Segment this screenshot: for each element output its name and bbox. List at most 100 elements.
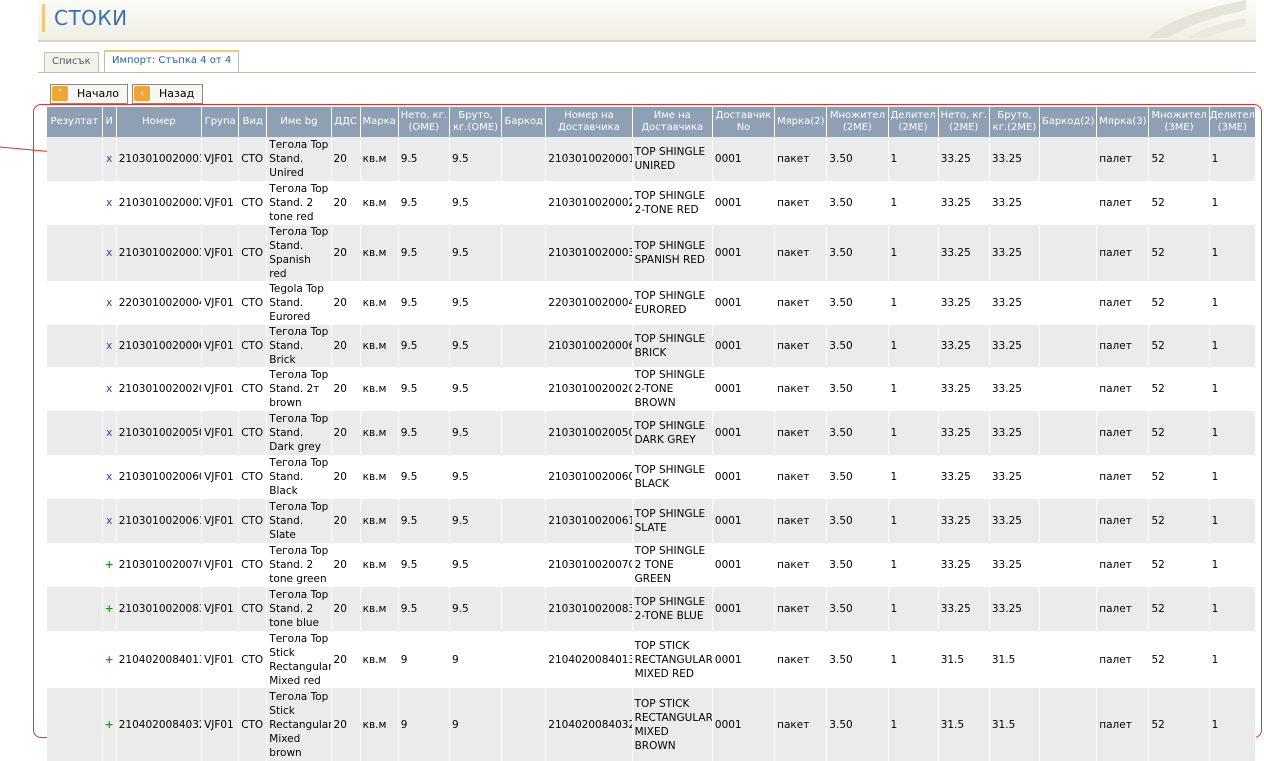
table-cell: 20 (331, 543, 361, 587)
table-cell: VJF01 (201, 688, 240, 761)
table-header-row: Резултат И Номер Група Вид Име bg ДДС Марка Нето… (47, 107, 1257, 137)
import-table: Резултат И Номер Група Вид Име bg ДДС Марка Нето… (47, 107, 1257, 761)
table-cell: VJF01 (201, 543, 240, 587)
table-cell (1039, 367, 1098, 411)
table-cell: 9.5 (449, 281, 503, 325)
table-cell: Тегола Top Stand. Spanish red (266, 225, 332, 281)
table-cell: пакет (774, 688, 828, 761)
table-cell: 0001 (712, 688, 776, 761)
table-cell: 2104020084013 (545, 631, 633, 688)
table-cell: 33.25 (938, 325, 990, 367)
table-cell: 0001 (712, 587, 776, 631)
table-cell: TOP SHINGLE 2 TONE GREEN (632, 543, 713, 587)
table-cell: Тегола Top Stand. Black (266, 455, 332, 499)
column-header: ДДС (331, 107, 361, 137)
table-cell: 20 (331, 367, 361, 411)
table-cell (47, 499, 103, 543)
status-mark: + (102, 631, 117, 688)
table-cell: пакет (774, 587, 828, 631)
table-cell (1039, 411, 1098, 455)
table-cell: 20 (331, 688, 361, 761)
status-mark: x (102, 367, 117, 411)
start-button[interactable]: ⌃ Начало (50, 84, 129, 104)
table-cell: 52 (1148, 137, 1210, 181)
status-mark: x (102, 181, 117, 225)
table-cell: Тегола Top Stand. Slate (266, 499, 332, 543)
table-cell: 3.50 (826, 137, 889, 181)
table-cell: TOP SHINGLE SPANISH RED (632, 225, 713, 281)
table-cell (501, 499, 547, 543)
table-cell: палет (1096, 688, 1150, 761)
table-cell: TOP SHINGLE DARK GREY (632, 411, 713, 455)
table-cell: пакет (774, 225, 828, 281)
table-cell: СТО (238, 367, 268, 411)
column-header: Бруто, кг.(2МЕ) (989, 107, 1041, 137)
table-cell: 9.5 (449, 325, 503, 367)
table-cell: 52 (1148, 367, 1210, 411)
table-cell: 2103010020061 (545, 499, 633, 543)
table-cell: 9.5 (449, 499, 503, 543)
table-cell: 2103010020006 (116, 325, 203, 367)
tab-list[interactable]: Списък (44, 52, 99, 72)
chevron-up-icon: ⌃ (52, 86, 68, 101)
table-cell: СТО (238, 455, 268, 499)
table-cell: 3.50 (826, 587, 889, 631)
table-cell: 9.5 (398, 455, 450, 499)
table-cell: TOP STICK RECTANGULAR MIXED RED (632, 631, 713, 688)
table-row: x 2103010020006 VJF01 СТО Тегола Top Stand. … (47, 325, 1257, 367)
table-row: +2103010020083 VJF01 СТО Тегола Top Stand. … (47, 587, 1257, 631)
status-mark: x (102, 137, 117, 181)
table-row: +2103010020070 VJF01 СТО Тегола Top Stand. … (47, 543, 1257, 587)
table-cell: VJF01 (201, 181, 240, 225)
table-cell: 2103010020001 (545, 137, 633, 181)
table-cell: 1 (1209, 137, 1257, 181)
table-cell: СТО (238, 325, 268, 367)
table-cell: пакет (774, 367, 828, 411)
table-cell: 3.50 (826, 181, 889, 225)
table-cell: СТО (238, 587, 268, 631)
table-cell: кв.м (360, 543, 399, 587)
table-cell: 9.5 (449, 411, 503, 455)
table-cell: 2104020084013 (116, 631, 203, 688)
table-cell: палет (1096, 499, 1150, 543)
table-cell: 2104020084032 (116, 688, 203, 761)
table-cell: 3.50 (826, 411, 889, 455)
table-cell: TOP SHINGLE UNIRED (632, 137, 713, 181)
chevron-left-icon: ‹ (134, 86, 150, 101)
table-cell: 2103010020060 (116, 455, 203, 499)
table-row: x 2203010020004 VJF01 СТО Tegola Top Stand. … (47, 281, 1257, 325)
table-cell: 52 (1148, 225, 1210, 281)
table-cell: 9.5 (449, 225, 503, 281)
table-cell: TOP SHINGLE 2-TONE BROWN (632, 367, 713, 411)
table-cell: 3.50 (826, 688, 889, 761)
table-cell: 9.5 (449, 137, 503, 181)
table-cell: 33.25 (938, 225, 990, 281)
table-cell: 2103010020020 (116, 367, 203, 411)
table-cell: 52 (1148, 411, 1210, 455)
table-cell: 33.25 (989, 325, 1041, 367)
table-cell: 33.25 (989, 587, 1041, 631)
table-cell: 33.25 (989, 225, 1041, 281)
table-cell (501, 325, 547, 367)
tab-import[interactable]: Импорт: Стъпка 4 от 4 (104, 50, 240, 72)
table-cell: 20 (331, 455, 361, 499)
table-cell: Тегола Top Stand. 2 tone blue (266, 587, 332, 631)
table-cell: Тегола Top Stand. Unired (266, 137, 332, 181)
table-cell: 2103010020070 (116, 543, 203, 587)
table-cell: Тегола Top Stand. Brick (266, 325, 332, 367)
table-cell: 0001 (712, 325, 776, 367)
table-cell (47, 367, 103, 411)
table-cell: 0001 (712, 543, 776, 587)
table-row: x 2103010020020 VJF01 СТО Тегола Top Stand. … (47, 367, 1257, 411)
table-cell: 9.5 (398, 367, 450, 411)
table-cell: 33.25 (938, 543, 990, 587)
status-mark: x (102, 455, 117, 499)
back-button[interactable]: ‹ Назад (132, 84, 204, 104)
column-header: И (102, 107, 117, 137)
column-header: Вид (238, 107, 268, 137)
table-cell: 2103010020003 (545, 225, 633, 281)
table-cell: кв.м (360, 455, 399, 499)
table-cell: 3.50 (826, 499, 889, 543)
table-cell: Тегола Top Stand. 2т brown (266, 367, 332, 411)
table-cell: Тегола Top Stick Rectangular Mixed brown (266, 688, 332, 761)
